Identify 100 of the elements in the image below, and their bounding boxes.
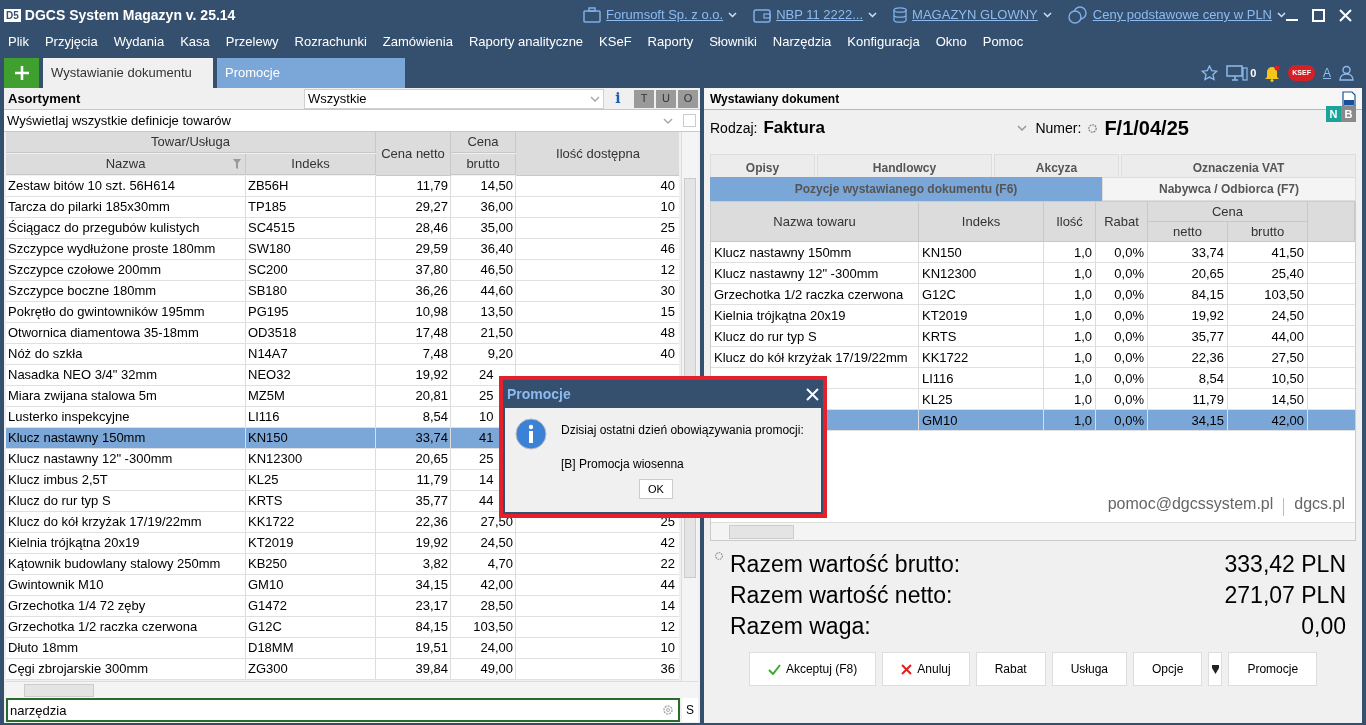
window-title: DGCS System Magazyn v. 25.14 — [24, 5, 237, 25]
table-cell-text: 24,00 — [480, 639, 513, 657]
table-cell-text: 36,00 — [480, 198, 513, 216]
table-cell: Szczypce wydłużone proste 180mm — [6, 239, 246, 259]
table-cell-text: 103,50 — [473, 618, 513, 636]
total-label: Razem wartość brutto: — [730, 550, 961, 579]
table-cell: G12C — [246, 617, 376, 637]
app-logo: D5 — [4, 8, 21, 22]
table-cell: Klucz nastawny 12" -300mm — [6, 449, 246, 469]
table-cell: 8,54 — [376, 407, 451, 427]
table-cell: N14A7 — [246, 344, 376, 364]
table-cell-text: 40 — [659, 345, 676, 363]
table-cell: GM10 — [246, 575, 376, 595]
table-cell: LI116 — [246, 407, 376, 427]
table-cell-text: 40 — [659, 177, 676, 195]
table-cell: D18MM — [246, 638, 376, 658]
table-cell-text: 42 — [659, 534, 676, 552]
total-label: Razem wartość netto: — [730, 581, 953, 610]
table-cell: Dłuto 18mm — [6, 638, 246, 658]
table-cell: KN12300 — [246, 449, 376, 469]
table-cell-text: 44,60 — [480, 282, 513, 300]
total-value: 333,42 PLN — [1224, 550, 1346, 579]
table-cell-text: 4,70 — [487, 555, 513, 573]
table-cell: Kątownik budowlany stalowy 250mm — [6, 554, 246, 574]
table-cell-text: 30 — [659, 282, 676, 300]
table-cell-text: 14,50 — [480, 177, 513, 195]
table-cell: Grzechotka 1/4 72 zęby — [6, 596, 246, 616]
table-cell-text: 46 — [659, 240, 676, 258]
field-label: Rodzaj: — [710, 118, 758, 138]
table-cell: 19,51 — [376, 638, 451, 658]
table-cell-text: 48 — [659, 324, 676, 342]
table-cell-text: 36 — [659, 660, 676, 678]
table-cell: Cęgi zbrojarskie 300mm — [6, 659, 246, 679]
table-cell: SC200 — [246, 260, 376, 280]
monitor-count: 0 — [1250, 65, 1257, 81]
table-cell: 84,15 — [376, 617, 451, 637]
table-cell: 33,74 — [376, 428, 451, 448]
table-cell: 11,79 — [376, 470, 451, 490]
table-cell-text: 24 — [479, 366, 494, 384]
table-cell: Pokrętło do gwintowników 195mm — [6, 302, 246, 322]
document-number: F/1/04/25 — [1104, 116, 1190, 141]
table-cell: Klucz do kół krzyżak 17/19/22mm — [6, 512, 246, 532]
table-cell-text: 41 — [479, 429, 494, 447]
total-value: 271,07 PLN — [1224, 581, 1346, 610]
table-cell: SC4515 — [246, 218, 376, 238]
table-cell-text: 35,00 — [480, 219, 513, 237]
table-cell: KB250 — [246, 554, 376, 574]
table-cell: Klucz do rur typ S — [6, 491, 246, 511]
table-cell-text: 10 — [659, 198, 676, 216]
table-cell-text: 24,50 — [480, 534, 513, 552]
table-cell: PG195 — [246, 302, 376, 322]
table-cell: OD3518 — [246, 323, 376, 343]
table-cell: 29,27 — [376, 197, 451, 217]
table-cell: 42,00 — [1228, 410, 1308, 431]
table-cell: 7,48 — [376, 344, 451, 364]
table-cell-text: 14 — [479, 471, 494, 489]
table-cell: Otwornica diamentowa 35-18mm — [6, 323, 246, 343]
table-cell-text: 13,50 — [480, 303, 513, 321]
table-cell: KN150 — [246, 428, 376, 448]
table-cell: 10,98 — [376, 302, 451, 322]
table-cell: KK1722 — [246, 512, 376, 532]
table-cell: KL25 — [246, 470, 376, 490]
table-cell: MZ5M — [246, 386, 376, 406]
table-cell: 39,84 — [376, 659, 451, 679]
table-cell: 3,82 — [376, 554, 451, 574]
table-cell: 19,92 — [376, 365, 451, 385]
table-cell: 29,59 — [376, 239, 451, 259]
table-cell: 36,26 — [376, 281, 451, 301]
table-cell: Lusterko inspekcyjne — [6, 407, 246, 427]
table-cell: Grzechotka 1/2 raczka czerwona — [6, 617, 246, 637]
table-cell: NEO32 — [246, 365, 376, 385]
table-cell-text: 21,50 — [480, 324, 513, 342]
table-cell: ZB56H — [246, 176, 376, 196]
table-cell: 1,0 — [1044, 410, 1096, 431]
field-label: Numer: — [1035, 118, 1082, 138]
table-cell-text: 12 — [659, 618, 676, 636]
table-cell: Ściągacz do przegubów kulistych — [6, 218, 246, 238]
table-cell: Zestaw bitów 10 szt. 56H614 — [6, 176, 246, 196]
table-cell-text: 46,50 — [480, 261, 513, 279]
table-cell: 37,80 — [376, 260, 451, 280]
table-cell: KRTS — [246, 491, 376, 511]
table-cell: GM10 — [919, 410, 1044, 431]
table-cell-text: 44 — [479, 492, 494, 510]
table-cell-text: 10 — [479, 408, 494, 426]
table-cell: Kielnia trójkątna 20x19 — [6, 533, 246, 553]
table-cell: 34,15 — [376, 575, 451, 595]
table-cell: Nóż do szkła — [6, 344, 246, 364]
table-cell: Szczypce czołowe 200mm — [6, 260, 246, 280]
table-cell: Szczypce boczne 180mm — [6, 281, 246, 301]
total-value: 0,00 — [1301, 612, 1346, 641]
total-label: Razem waga: — [730, 612, 871, 641]
table-cell: 17,48 — [376, 323, 451, 343]
table-cell: TP185 — [246, 197, 376, 217]
column-group-header: Cena — [451, 132, 516, 153]
table-cell: 23,17 — [376, 596, 451, 616]
table-cell: 34,15 — [1148, 410, 1228, 431]
table-cell-text: 25 — [479, 387, 494, 405]
table-cell: 20,65 — [376, 449, 451, 469]
table-cell: G1472 — [246, 596, 376, 616]
table-cell-text: 36,40 — [480, 240, 513, 258]
